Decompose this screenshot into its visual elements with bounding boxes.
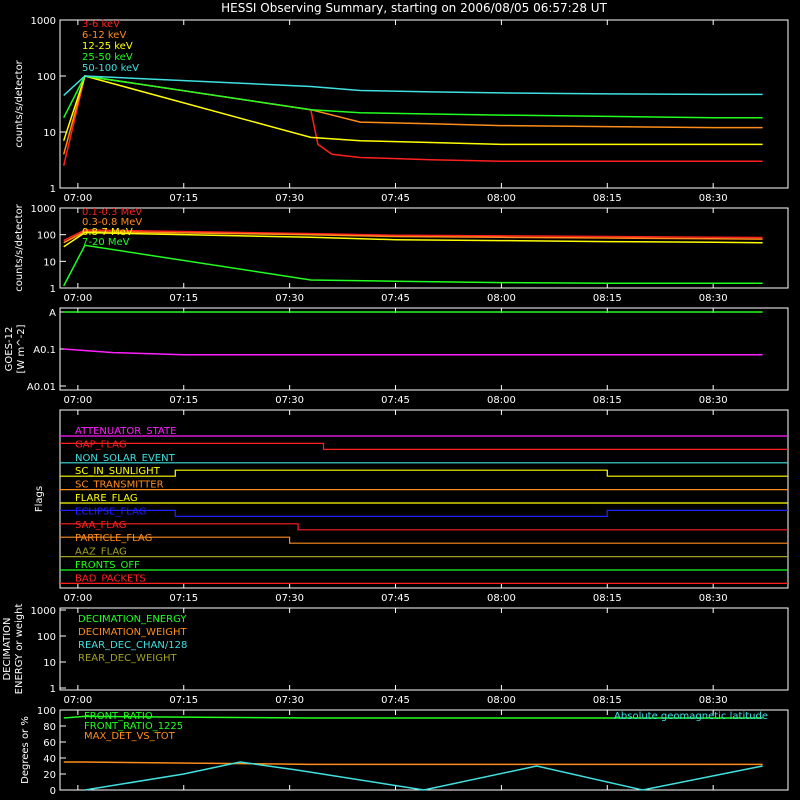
hi_energy-legend-entry: 7-20 MeV bbox=[82, 237, 130, 248]
goes-yunit: [W m^-2] bbox=[16, 324, 27, 373]
flags-flag-label: SC_IN_SUNLIGHT bbox=[75, 466, 161, 477]
hi_energy-xtick-label: 07:30 bbox=[275, 293, 304, 304]
flags-flag-label: PARTICLE_FLAG bbox=[75, 533, 152, 544]
hi_energy-ylabel: counts/s/detector bbox=[14, 203, 25, 291]
goes-xtick-label: 08:15 bbox=[593, 395, 622, 406]
decimation-legend-entry: DECIMATION_ENERGY bbox=[78, 614, 187, 625]
lo_energy-xtick-label: 08:30 bbox=[699, 193, 728, 204]
decimation-legend-entry: REAR_DEC_WEIGHT bbox=[78, 653, 177, 664]
lo_energy-ytick-label: 100 bbox=[37, 72, 56, 83]
ratios-ytick-label: 80 bbox=[43, 722, 56, 733]
ratios-ytick-label: 100 bbox=[37, 706, 56, 717]
decimation-xtick-label: 07:30 bbox=[275, 695, 304, 706]
flags-xtick-label: 07:15 bbox=[169, 593, 198, 604]
lo_energy-xtick-label: 08:00 bbox=[487, 193, 516, 204]
flags-flag-label: AAZ_FLAG bbox=[75, 547, 127, 558]
goes-xtick-label: 07:45 bbox=[381, 395, 410, 406]
flags-xtick-label: 08:00 bbox=[487, 593, 516, 604]
ratios-ytick-label: 0 bbox=[50, 786, 56, 797]
flags-xtick-label: 08:15 bbox=[593, 593, 622, 604]
lo_energy-xtick-label: 07:45 bbox=[381, 193, 410, 204]
decimation-xtick-label: 08:15 bbox=[593, 695, 622, 706]
decimation-ytick-label: 1 bbox=[50, 684, 56, 695]
lo_energy-legend-entry: 25-50 keV bbox=[82, 52, 133, 63]
flags-flag-label: NON_SOLAR_EVENT bbox=[75, 453, 176, 464]
lo_energy-legend-entry: 12-25 keV bbox=[82, 41, 133, 52]
hi_energy-ytick-label: 1 bbox=[50, 284, 56, 295]
observing-summary-chart: HESSI Observing Summary, starting on 200… bbox=[0, 0, 800, 800]
goes-ytick-label: A bbox=[49, 308, 56, 319]
goes-xtick-label: 08:00 bbox=[487, 395, 516, 406]
lo_energy-xtick-label: 07:15 bbox=[169, 193, 198, 204]
lo_energy-xtick-label: 07:00 bbox=[63, 193, 92, 204]
decimation-xtick-label: 08:00 bbox=[487, 695, 516, 706]
lo_energy-legend-entry: 50-100 keV bbox=[82, 63, 139, 74]
hi_energy-ytick-label: 10 bbox=[43, 257, 56, 268]
hi_energy-ytick-label: 1000 bbox=[31, 204, 56, 215]
ratios-ytick-label: 20 bbox=[43, 770, 56, 781]
lo_energy-ytick-label: 10 bbox=[43, 128, 56, 139]
ratios-annotation: Absolute geomagnetic latitude bbox=[614, 711, 768, 722]
goes-xtick-label: 07:00 bbox=[63, 395, 92, 406]
flags-flag-label: SAA_FLAG bbox=[75, 520, 126, 531]
decimation-ylabel: ENERGY or weight bbox=[14, 604, 25, 695]
hi_energy-xtick-label: 07:15 bbox=[169, 293, 198, 304]
hi_energy-xtick-label: 07:45 bbox=[381, 293, 410, 304]
goes-xtick-label: 07:30 bbox=[275, 395, 304, 406]
lo_energy-ytick-label: 1 bbox=[50, 184, 56, 195]
hi_energy-ytick-label: 100 bbox=[37, 231, 56, 242]
ratios-ylabel: Degrees or % bbox=[20, 716, 31, 784]
decimation-legend-entry: DECIMATION_WEIGHT bbox=[78, 627, 187, 638]
decimation-ytick-label: 100 bbox=[37, 632, 56, 643]
decimation-ylabel: DECIMATION bbox=[2, 617, 13, 680]
flags-ylabel: Flags bbox=[34, 486, 45, 512]
hi_energy-xtick-label: 07:00 bbox=[63, 293, 92, 304]
ratios-ytick-label: 40 bbox=[43, 754, 56, 765]
decimation-ytick-label: 10 bbox=[43, 658, 56, 669]
decimation-xtick-label: 07:45 bbox=[381, 695, 410, 706]
decimation-xtick-label: 08:30 bbox=[699, 695, 728, 706]
flags-xtick-label: 07:30 bbox=[275, 593, 304, 604]
flags-flag-label: GAP_FLAG bbox=[75, 439, 127, 450]
ratios-legend-entry: MAX_DET_VS_TOT bbox=[84, 731, 176, 742]
hi_energy-xtick-label: 08:15 bbox=[593, 293, 622, 304]
decimation-ytick-label: 1000 bbox=[31, 606, 56, 617]
chart-title: HESSI Observing Summary, starting on 200… bbox=[221, 1, 607, 15]
flags-xtick-label: 08:30 bbox=[699, 593, 728, 604]
lo_energy-xtick-label: 07:30 bbox=[275, 193, 304, 204]
goes-ytick-label: A0.01 bbox=[27, 382, 56, 393]
hi_energy-xtick-label: 08:30 bbox=[699, 293, 728, 304]
goes-ytick-label: A0.1 bbox=[33, 345, 56, 356]
lo_energy-legend-entry: 6-12 keV bbox=[82, 30, 126, 41]
flags-xtick-label: 07:45 bbox=[381, 593, 410, 604]
lo_energy-xtick-label: 08:15 bbox=[593, 193, 622, 204]
flags-flag-label: ATTENUATOR_STATE bbox=[75, 426, 176, 437]
goes-ylabel: GOES-12 bbox=[4, 327, 15, 372]
lo_energy-ytick-label: 1000 bbox=[31, 16, 56, 27]
lo_energy-ylabel: counts/s/detector bbox=[14, 59, 25, 147]
goes-xtick-label: 08:30 bbox=[699, 395, 728, 406]
flags-xtick-label: 07:00 bbox=[63, 593, 92, 604]
decimation-legend-entry: REAR_DEC_CHAN/128 bbox=[78, 640, 187, 651]
decimation-xtick-label: 07:00 bbox=[63, 695, 92, 706]
decimation-xtick-label: 07:15 bbox=[169, 695, 198, 706]
goes-xtick-label: 07:15 bbox=[169, 395, 198, 406]
ratios-ytick-label: 60 bbox=[43, 738, 56, 749]
hi_energy-xtick-label: 08:00 bbox=[487, 293, 516, 304]
flags-flag-label: ECLIPSE_FLAG bbox=[75, 506, 146, 517]
flags-flag-label: FRONTS_OFF bbox=[75, 560, 140, 571]
flags-flag-label: BAD_PACKETS bbox=[75, 573, 146, 584]
flags-flag-label: FLARE_FLAG bbox=[75, 493, 138, 504]
lo_energy-legend-entry: 3-6 keV bbox=[82, 19, 120, 30]
flags-flag-label: SC_TRANSMITTER bbox=[75, 480, 164, 491]
